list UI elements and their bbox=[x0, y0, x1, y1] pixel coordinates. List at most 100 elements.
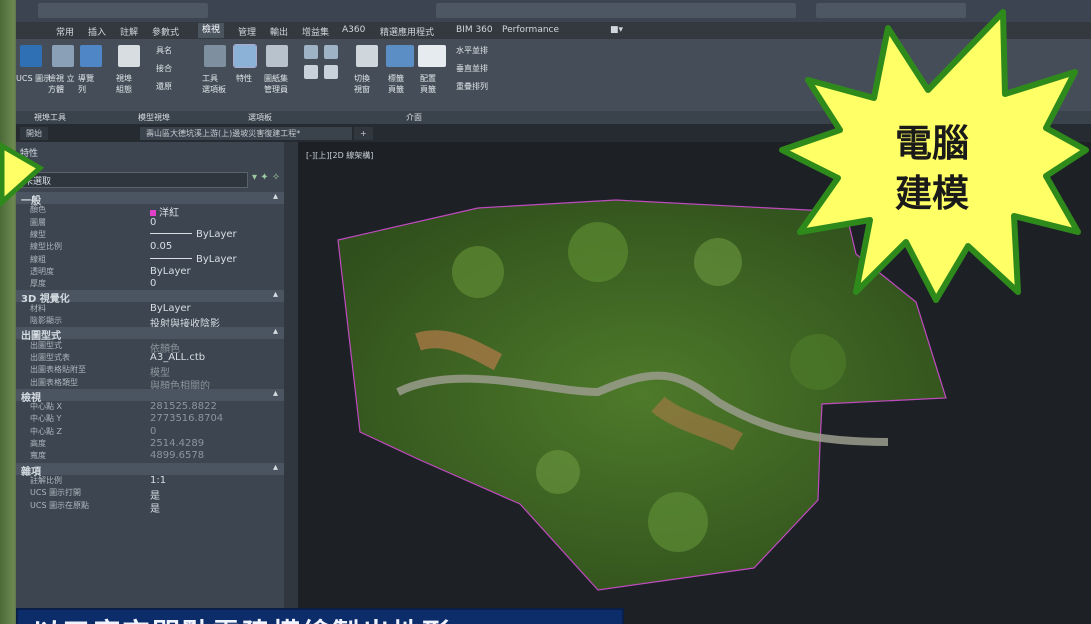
property-value[interactable]: A3_ALL.ctb bbox=[150, 352, 205, 363]
property-value[interactable]: 2773516.8704 bbox=[150, 413, 223, 424]
sheetset-manager-icon[interactable] bbox=[266, 45, 288, 67]
property-row[interactable]: 中心點 Z 0 bbox=[16, 426, 284, 438]
panel-viewport-tools[interactable]: 視埠工具 bbox=[34, 112, 66, 123]
tab-addins[interactable]: 增益集 bbox=[302, 25, 329, 38]
palette-small-icon-1[interactable] bbox=[304, 45, 318, 59]
tab-manage[interactable]: 管理 bbox=[238, 25, 256, 38]
property-row[interactable]: 線粗 ByLayer bbox=[16, 254, 284, 266]
tab-view[interactable]: 檢視 bbox=[198, 23, 225, 38]
tab-bim360[interactable]: BIM 360 bbox=[456, 25, 493, 35]
palette-scrollbar[interactable] bbox=[284, 142, 298, 624]
property-label: 厚度 bbox=[30, 279, 46, 289]
named-viewports-button[interactable]: 具名 bbox=[156, 45, 172, 56]
property-value[interactable]: ByLayer bbox=[150, 303, 191, 314]
tab-annotate[interactable]: 註解 bbox=[120, 25, 138, 38]
search-box[interactable] bbox=[816, 3, 966, 18]
property-value[interactable]: 0 bbox=[150, 217, 156, 228]
property-row[interactable]: 線型 ByLayer bbox=[16, 229, 284, 241]
property-value[interactable]: 0 bbox=[150, 426, 156, 437]
property-row[interactable]: 圖層 0 bbox=[16, 217, 284, 229]
tab-home[interactable]: 常用 bbox=[56, 25, 74, 38]
property-value[interactable]: ByLayer bbox=[150, 229, 237, 240]
join-viewports-button[interactable]: 接合 bbox=[156, 63, 172, 74]
property-section-header[interactable]: 出圖型式 ▴ bbox=[16, 326, 284, 342]
video-icon[interactable]: ■▾ bbox=[610, 25, 623, 35]
property-value[interactable]: 281525.8822 bbox=[150, 401, 217, 412]
tab-output[interactable]: 輸出 bbox=[270, 25, 288, 38]
property-row[interactable]: 顏色 洋紅 bbox=[16, 204, 284, 219]
property-row[interactable]: 材料 ByLayer bbox=[16, 303, 284, 315]
doc-tab-start[interactable]: 開始 bbox=[20, 127, 48, 140]
property-value[interactable]: 是 bbox=[150, 500, 160, 515]
property-value[interactable]: ByLayer bbox=[150, 254, 237, 265]
property-row[interactable]: 中心點 X 281525.8822 bbox=[16, 401, 284, 413]
property-row[interactable]: UCS 圖示打開是 bbox=[16, 487, 284, 502]
property-value[interactable]: 0.05 bbox=[150, 241, 172, 252]
restore-viewports-button[interactable]: 還原 bbox=[156, 81, 172, 92]
property-row[interactable]: 出圖表格類型 與顏色相關的 bbox=[16, 377, 284, 392]
tool-palettes-icon[interactable] bbox=[204, 45, 226, 67]
panel-model-viewports[interactable]: 模型視埠 bbox=[138, 112, 170, 123]
property-row[interactable]: UCS 圖示在原點 是 bbox=[16, 500, 284, 515]
caption-banner: 以三度空間點雲建模繪製出地形 bbox=[16, 608, 624, 624]
tile-horizontal-button[interactable]: 水平並排 bbox=[456, 45, 488, 56]
tile-vertical-button[interactable]: 垂直並排 bbox=[456, 63, 488, 74]
palette-small-icon-4[interactable] bbox=[324, 65, 338, 79]
tab-featured-apps[interactable]: 精選應用程式 bbox=[380, 25, 434, 38]
property-value-text: 0 bbox=[150, 216, 157, 228]
property-row[interactable]: 註解比例 1:1 bbox=[16, 475, 284, 487]
property-section-header[interactable]: 雜項 ▴ bbox=[16, 462, 284, 478]
property-row[interactable]: 陰影顯示 投射與接收陰影 bbox=[16, 315, 284, 330]
drawing-viewport[interactable]: [-][上][2D 線架構] bbox=[298, 142, 1091, 624]
layout-tabs-icon[interactable] bbox=[418, 45, 446, 67]
select-objects-icon[interactable]: ▾ ✦ ✧ bbox=[252, 172, 280, 183]
collapse-icon[interactable]: ▴ bbox=[273, 191, 278, 202]
tab-insert[interactable]: 插入 bbox=[88, 25, 106, 38]
property-section-header[interactable]: 一般 ▴ bbox=[16, 191, 284, 207]
collapse-icon[interactable]: ▴ bbox=[273, 289, 278, 300]
doc-tab-drawing[interactable]: 壽山區大德坑溪上游(上)邊坡災害復建工程* bbox=[140, 127, 352, 140]
ucs-icon[interactable] bbox=[20, 45, 42, 67]
palette-small-icon-2[interactable] bbox=[324, 45, 338, 59]
panel-interface[interactable]: 介面 bbox=[406, 112, 422, 123]
properties-icon[interactable] bbox=[233, 44, 257, 68]
quick-access-toolbar[interactable] bbox=[38, 3, 208, 18]
viewport-config-icon[interactable] bbox=[118, 45, 140, 67]
collapse-icon[interactable]: ▴ bbox=[273, 326, 278, 337]
property-value[interactable]: ByLayer bbox=[150, 266, 191, 277]
property-value[interactable]: 1:1 bbox=[150, 475, 166, 486]
panel-palettes[interactable]: 選項板 bbox=[248, 112, 272, 123]
navbar-icon[interactable] bbox=[80, 45, 102, 67]
viewcube-icon[interactable] bbox=[52, 45, 74, 67]
tab-a360[interactable]: A360 bbox=[342, 25, 365, 35]
property-row[interactable]: 透明度 ByLayer bbox=[16, 266, 284, 278]
palette-small-icon-3[interactable] bbox=[304, 65, 318, 79]
property-row[interactable]: 出圖表格貼附至 模型 bbox=[16, 364, 284, 379]
property-row[interactable]: 中心點 Y 2773516.8704 bbox=[16, 413, 284, 425]
property-row[interactable]: 出圖型式表 A3_ALL.ctb bbox=[16, 352, 284, 364]
property-row[interactable]: 線型比例 0.05 bbox=[16, 241, 284, 253]
cascade-button[interactable]: 重疊排列 bbox=[456, 81, 488, 92]
property-row[interactable]: 寬度 4899.6578 bbox=[16, 450, 284, 462]
collapse-icon[interactable]: ▴ bbox=[273, 388, 278, 399]
property-label: 材料 bbox=[30, 303, 46, 313]
property-label: 陰影顯示 bbox=[30, 316, 62, 325]
property-row[interactable]: 高度 2514.4289 bbox=[16, 438, 284, 450]
tab-performance[interactable]: Performance bbox=[502, 25, 559, 35]
property-value[interactable]: 0 bbox=[150, 278, 156, 289]
switch-windows-icon[interactable] bbox=[356, 45, 378, 67]
property-value[interactable]: 2514.4289 bbox=[150, 438, 204, 449]
property-row[interactable]: 出圖型式 依顏色 bbox=[16, 340, 284, 355]
property-value[interactable]: 4899.6578 bbox=[150, 450, 204, 461]
tab-parametric[interactable]: 參數式 bbox=[152, 25, 179, 38]
properties-title: 特性 bbox=[20, 149, 39, 159]
property-section-header[interactable]: 3D 視覺化 ▴ bbox=[16, 289, 284, 305]
new-tab-button[interactable]: + bbox=[354, 127, 373, 140]
selection-dropdown[interactable]: 未選取 bbox=[20, 172, 248, 188]
viewport-config-label: 視埠 組態 bbox=[116, 74, 132, 94]
property-section-header[interactable]: 檢視 ▴ bbox=[16, 388, 284, 404]
file-tabs-icon[interactable] bbox=[386, 45, 414, 67]
collapse-icon[interactable]: ▴ bbox=[273, 462, 278, 473]
property-label: 線型 bbox=[30, 229, 46, 239]
property-row[interactable]: 厚度 0 bbox=[16, 278, 284, 290]
